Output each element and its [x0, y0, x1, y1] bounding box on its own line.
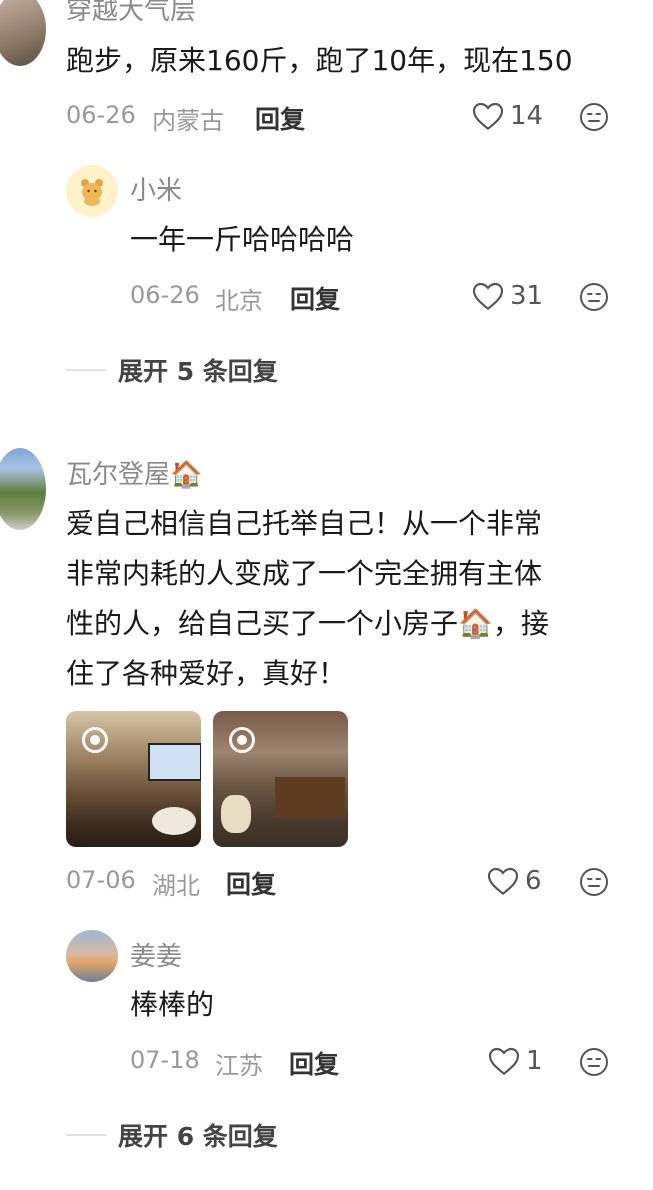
reply-1-like-button[interactable]: 31 — [472, 281, 543, 311]
comment-1-avatar[interactable] — [0, 0, 46, 66]
reply-1-avatar[interactable] — [66, 165, 118, 217]
reply-1-username[interactable]: 小米 — [130, 170, 182, 207]
reply-1-like-count: 31 — [510, 281, 544, 311]
heart-outline-icon — [487, 867, 519, 896]
reply-2-date: 07-18 — [130, 1046, 200, 1074]
comment-1-like-count: 14 — [510, 101, 544, 131]
expand-divider — [66, 369, 106, 371]
neutral-face-icon[interactable] — [579, 102, 609, 132]
lamp — [221, 795, 251, 833]
heart-outline-icon — [472, 282, 504, 311]
comment-2-location: 湖北 — [152, 872, 200, 900]
reply-2-avatar[interactable] — [66, 930, 118, 982]
comment-2-text-line: 住了各种爱好，真好！ — [66, 657, 347, 690]
comment-2-reply-button[interactable]: 回复 — [226, 865, 276, 901]
reply-2-like-button[interactable]: 1 — [488, 1046, 543, 1076]
comment-1-date: 06-26 — [66, 101, 136, 129]
comment-2-username-text: 瓦尔登屋 — [66, 460, 171, 490]
house-emoji-icon: 🏠 — [170, 460, 203, 490]
heart-outline-icon — [472, 102, 504, 131]
reply-2-text: 棒棒的 — [130, 988, 215, 1021]
comment-2-text-line: 爱自己相信自己托举自己！从一个非常 — [66, 507, 543, 540]
comment-2-like-button[interactable]: 6 — [487, 866, 542, 896]
expand-replies-1-label: 展开 5 条回复 — [118, 357, 278, 386]
neutral-face-icon[interactable] — [579, 1047, 609, 1077]
comment-2-date: 07-06 — [66, 866, 136, 894]
laptop-screen — [148, 743, 201, 781]
expand-replies-1[interactable]: 展开 5 条回复 — [66, 352, 278, 388]
heart-outline-icon — [488, 1047, 520, 1076]
reply-2-location: 江苏 — [215, 1052, 263, 1080]
neutral-face-icon[interactable] — [579, 867, 609, 897]
reply-2-username[interactable]: 姜姜 — [130, 936, 182, 973]
comment-2-text-line: 非常内耗的人变成了一个完全拥有主体 — [66, 557, 543, 590]
expand-divider — [66, 1134, 106, 1136]
comment-1-reply-button[interactable]: 回复 — [255, 100, 305, 136]
comment-2-like-count: 6 — [525, 866, 542, 896]
video-thumbnail-1[interactable] — [66, 711, 201, 847]
video-play-icon — [229, 727, 255, 753]
comment-2-text: 爱自己相信自己托举自己！从一个非常 非常内耗的人变成了一个完全拥有主体 性的人，… — [66, 499, 636, 699]
comment-1-location: 内蒙古 — [152, 107, 224, 135]
comment-1-text: 跑步，原来160斤，跑了10年，现在150 — [66, 44, 573, 77]
comment-1-like-button[interactable]: 14 — [472, 101, 543, 131]
comment-1-username[interactable]: 穿越大气层 — [66, 0, 196, 27]
bowl — [152, 807, 196, 835]
video-play-icon — [82, 727, 108, 753]
expand-replies-2-label: 展开 6 条回复 — [118, 1122, 278, 1151]
video-thumbnail-2[interactable] — [213, 711, 348, 847]
expand-replies-2[interactable]: 展开 6 条回复 — [66, 1117, 278, 1153]
bear-icon — [81, 179, 103, 206]
reply-2-like-count: 1 — [526, 1046, 543, 1076]
comment-2-username[interactable]: 瓦尔登屋🏠 — [66, 454, 202, 491]
reply-1-reply-button[interactable]: 回复 — [290, 280, 340, 316]
tea-table — [275, 777, 345, 817]
reply-1-location: 北京 — [215, 287, 263, 315]
neutral-face-icon[interactable] — [579, 282, 609, 312]
comment-2-text-line: 性的人，给自己买了一个小房子🏠，接 — [66, 607, 549, 640]
reply-1-date: 06-26 — [130, 281, 200, 309]
reply-2-reply-button[interactable]: 回复 — [289, 1045, 339, 1081]
comment-2-avatar[interactable] — [0, 448, 46, 530]
reply-1-text: 一年一斤哈哈哈哈 — [130, 223, 355, 256]
